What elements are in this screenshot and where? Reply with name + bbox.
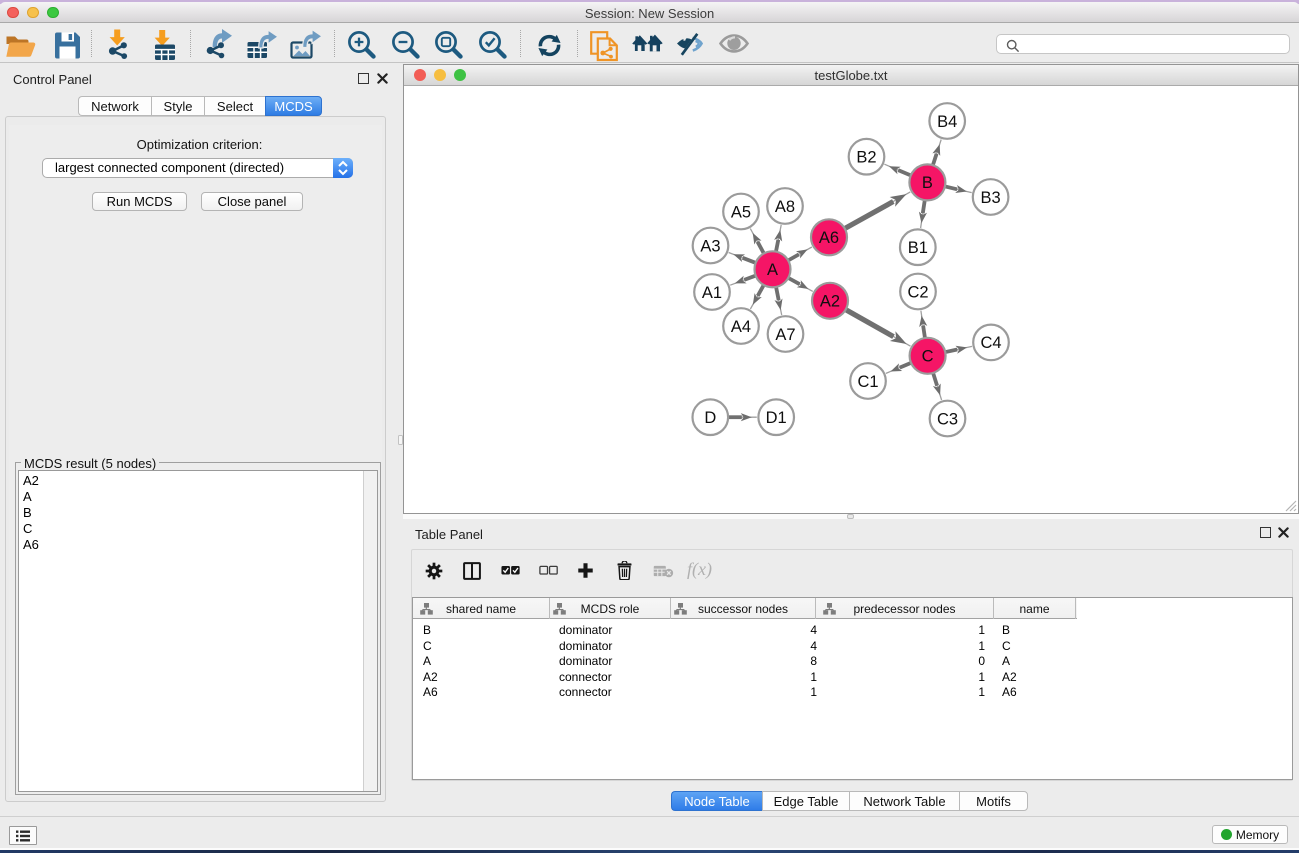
svg-text:D1: D1	[766, 409, 787, 427]
svg-text:A: A	[767, 261, 778, 279]
svg-text:A7: A7	[775, 326, 795, 344]
svg-text:A4: A4	[731, 318, 751, 336]
svg-text:A2: A2	[820, 293, 840, 311]
svg-text:A3: A3	[700, 237, 720, 255]
svg-text:D: D	[704, 409, 716, 427]
svg-text:B2: B2	[856, 149, 876, 167]
svg-text:A6: A6	[819, 229, 839, 247]
svg-text:B: B	[922, 174, 933, 192]
svg-text:B3: B3	[981, 189, 1001, 207]
svg-text:C2: C2	[907, 283, 928, 301]
svg-text:A5: A5	[731, 203, 751, 221]
svg-text:C4: C4	[980, 334, 1001, 352]
svg-text:C1: C1	[857, 373, 878, 391]
svg-text:A8: A8	[775, 198, 795, 216]
svg-text:C3: C3	[937, 410, 958, 428]
svg-text:B1: B1	[908, 239, 928, 257]
svg-text:C: C	[922, 348, 934, 366]
svg-text:A1: A1	[702, 284, 722, 302]
svg-text:B4: B4	[937, 113, 957, 131]
